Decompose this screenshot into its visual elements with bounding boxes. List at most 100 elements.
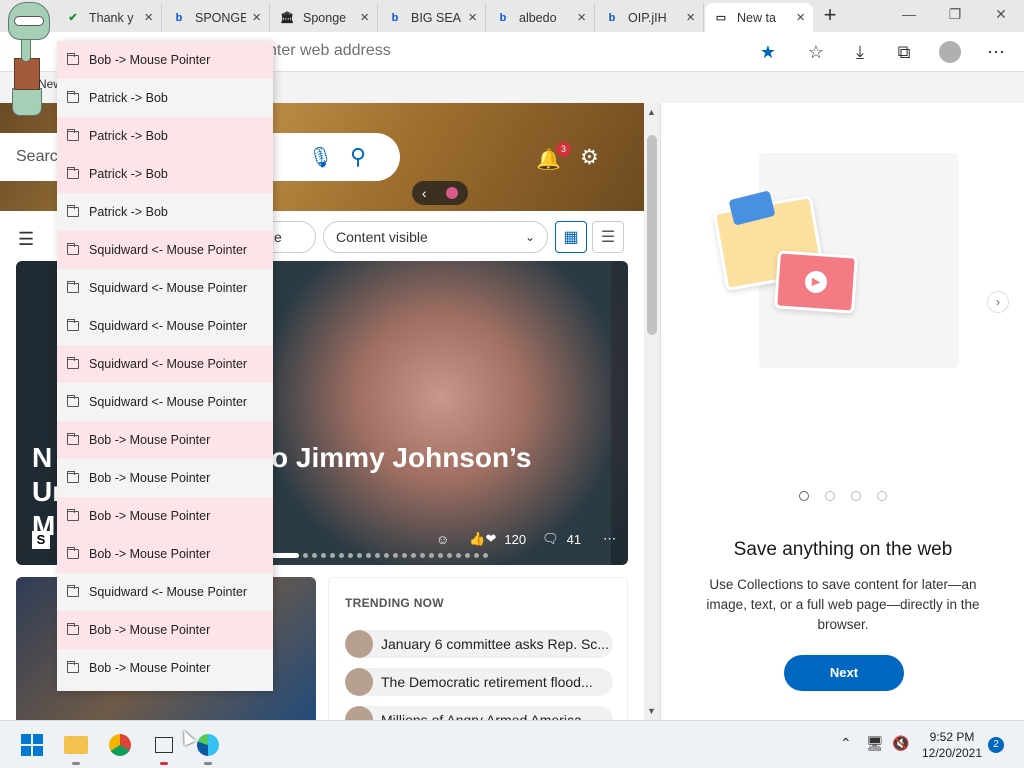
scroll-up-arrow-icon[interactable]: ▲ [647, 107, 656, 117]
clipboard-list-item[interactable]: Patrick -> Bob [57, 193, 273, 231]
carousel-dot[interactable] [330, 553, 335, 558]
favorite-star-icon[interactable]: ★ [756, 40, 780, 64]
clipboard-list-item[interactable]: Patrick -> Bob [57, 79, 273, 117]
close-window-button[interactable]: ✕ [978, 0, 1024, 30]
tab[interactable]: b BIG SEA × [379, 3, 486, 32]
tab[interactable]: ✔ Thank y × [57, 3, 162, 32]
carousel-dot[interactable] [384, 553, 389, 558]
like-heart-icon[interactable]: 👍❤ [469, 531, 496, 547]
tab[interactable]: b SPONGE × [163, 3, 270, 32]
clipboard-list-item[interactable]: Squidward <- Mouse Pointer [57, 307, 273, 345]
clipboard-list-item[interactable]: Patrick -> Bob [57, 155, 273, 193]
search-icon[interactable]: ⚲ [350, 144, 366, 170]
page-dot[interactable] [851, 491, 861, 501]
clipboard-list-item[interactable]: Bob -> Mouse Pointer [57, 421, 273, 459]
clipboard-list-item[interactable]: Squidward <- Mouse Pointer [57, 383, 273, 421]
clipboard-list-item[interactable]: Bob -> Mouse Pointer [57, 649, 273, 687]
clipboard-list-item[interactable]: Bob -> Mouse Pointer [57, 497, 273, 535]
close-tab-icon[interactable]: × [577, 9, 586, 26]
scrollbar-thumb[interactable] [647, 135, 657, 335]
carousel-dot[interactable] [456, 553, 461, 558]
carousel-dot[interactable] [271, 553, 299, 558]
squidward-sticker[interactable] [4, 0, 54, 120]
carousel-dot[interactable] [420, 553, 425, 558]
comment-icon[interactable]: 🗨 [542, 531, 559, 547]
carousel-dot[interactable] [429, 553, 434, 558]
carousel-dot[interactable] [465, 553, 470, 558]
page-dot[interactable] [799, 491, 809, 501]
clipboard-list-item[interactable]: Patrick -> Bob [57, 117, 273, 155]
chevron-left-icon[interactable]: ‹ [422, 185, 427, 201]
collections-icon[interactable]: ⧉ [892, 40, 916, 64]
hamburger-menu-icon[interactable]: ☰ [18, 229, 34, 250]
close-tab-icon[interactable]: × [468, 9, 477, 26]
favorites-icon[interactable]: ☆ [804, 40, 828, 64]
content-visibility-select[interactable]: Content visible ⌄ [323, 221, 548, 253]
downloads-icon[interactable]: ⤓ [848, 40, 872, 64]
close-tab-icon[interactable]: × [360, 9, 369, 26]
settings-gear-icon[interactable]: ⚙ [580, 145, 599, 170]
system-clock[interactable]: 9:52 PM 12/20/2021 [920, 729, 984, 761]
volume-muted-icon[interactable]: 🔇 [892, 735, 909, 752]
carousel-dot[interactable] [312, 553, 317, 558]
clipboard-list-item[interactable]: Squidward <- Mouse Pointer [57, 573, 273, 611]
carousel-dot[interactable] [375, 553, 380, 558]
carousel-dot[interactable] [348, 553, 353, 558]
carousel-dot[interactable] [411, 553, 416, 558]
page-dot[interactable] [825, 491, 835, 501]
clipboard-list-item[interactable]: Squidward <- Mouse Pointer [57, 345, 273, 383]
clipboard-list-item[interactable]: Bob -> Mouse Pointer [57, 459, 273, 497]
carousel-dot[interactable] [303, 553, 308, 558]
start-button[interactable] [16, 729, 48, 761]
clipboard-list-item[interactable]: Squidward <- Mouse Pointer [57, 269, 273, 307]
chevron-up-icon[interactable]: ⌃ [840, 735, 852, 752]
close-tab-icon[interactable]: × [796, 9, 805, 26]
more-options-icon[interactable]: ⋯ [603, 531, 616, 547]
tab[interactable]: b OIP.jIH × [596, 3, 704, 32]
carousel-dot[interactable] [438, 553, 443, 558]
app-button[interactable] [148, 729, 180, 765]
chevron-right-icon[interactable]: › [987, 291, 1009, 313]
scroll-down-arrow-icon[interactable]: ▼ [647, 706, 656, 716]
clipboard-list-item[interactable]: Bob -> Mouse Pointer [57, 611, 273, 649]
carousel-dot[interactable] [321, 553, 326, 558]
tab[interactable]: ▭ New ta × [705, 3, 813, 32]
trending-item[interactable]: January 6 committee asks Rep. Sc... [345, 630, 613, 658]
carousel-dot[interactable] [366, 553, 371, 558]
carousel-dot[interactable] [474, 553, 479, 558]
chrome-button[interactable] [104, 729, 136, 761]
page-dot[interactable] [877, 491, 887, 501]
edge-button[interactable] [192, 729, 224, 765]
carousel-dot[interactable] [447, 553, 452, 558]
feed-scrollbar[interactable]: ▲ ▼ [644, 103, 660, 720]
tab[interactable]: 🏛 Sponge × [271, 3, 378, 32]
next-button[interactable]: Next [784, 655, 904, 691]
close-tab-icon[interactable]: × [686, 9, 695, 26]
clipboard-list-item[interactable]: Squidward <- Mouse Pointer [57, 231, 273, 269]
trending-item[interactable]: The Democratic retirement flood... [345, 668, 613, 696]
carousel-dot[interactable] [357, 553, 362, 558]
tab[interactable]: b albedo × [487, 3, 595, 32]
new-tab-button[interactable]: + [818, 4, 842, 27]
microphone-icon[interactable]: 🎙 [308, 145, 333, 170]
close-tab-icon[interactable]: × [252, 9, 261, 26]
clipboard-list-item[interactable]: Bob -> Mouse Pointer [57, 535, 273, 573]
grid-layout-button[interactable]: ▦ [555, 221, 587, 253]
clipboard-list-item[interactable]: Bob -> Mouse Pointer [57, 41, 273, 79]
close-tab-icon[interactable]: × [144, 9, 153, 26]
restore-button[interactable]: ❐ [932, 0, 978, 30]
trending-item[interactable]: Millions of Angry Armed America... [345, 706, 613, 720]
carousel-dot[interactable] [339, 553, 344, 558]
list-layout-button[interactable]: ☰ [592, 221, 624, 253]
profile-avatar[interactable] [938, 40, 962, 64]
carousel-dot[interactable] [402, 553, 407, 558]
minimize-button[interactable]: — [886, 0, 932, 30]
background-carousel-control[interactable]: ‹ [412, 181, 468, 205]
notification-center-badge[interactable]: 2 [988, 737, 1004, 753]
file-explorer-button[interactable] [60, 729, 92, 765]
carousel-dot[interactable] [393, 553, 398, 558]
carousel-dot[interactable] [483, 553, 488, 558]
network-icon[interactable]: 🖥 [866, 735, 884, 752]
more-menu-icon[interactable]: ⋯ [984, 40, 1008, 64]
address-bar[interactable]: nter web address [268, 42, 391, 60]
